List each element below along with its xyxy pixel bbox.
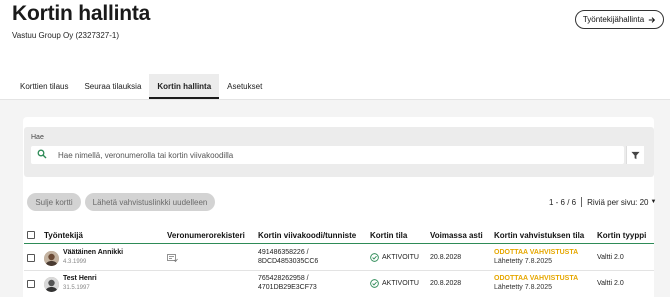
pagination-range: 1 - 6 / 6 <box>549 197 577 207</box>
verification-sent-date: Lähetetty 7.8.2025 <box>494 284 552 291</box>
arrow-right-icon <box>648 16 656 23</box>
table-row[interactable]: Väätäinen Annikki 4.3.1999 491486358226 … <box>24 245 654 271</box>
pagination-divider <box>581 197 583 207</box>
check-circle-icon <box>370 253 379 262</box>
pagination: 1 - 6 / 6 Riviä per sivu: 20 ▼ <box>549 197 656 207</box>
rows-per-page-select[interactable]: Riviä per sivu: 20 <box>587 198 648 207</box>
valid-until: 20.8.2028 <box>430 254 462 261</box>
card-tag: 4701DB29E3CF73 <box>258 284 317 291</box>
card-barcode: 491486358226 / <box>258 249 309 256</box>
company-name: Vastuu Group Oy (2327327-1) <box>12 31 120 40</box>
employee-dob: 31.5.1997 <box>63 285 90 291</box>
card-type: Valtti 2.0 <box>597 280 624 287</box>
card-tag: 8DCD4853035CC6 <box>258 258 319 265</box>
tax-register-icon <box>167 254 178 263</box>
select-all-checkbox[interactable] <box>27 231 35 239</box>
close-card-button[interactable]: Sulje kortti <box>27 193 81 211</box>
search-icon <box>37 149 47 159</box>
card-status: AKTIVOITU <box>370 253 419 262</box>
tab-track-orders[interactable]: Seuraa tilauksia <box>76 74 149 99</box>
chevron-down-icon: ▼ <box>650 199 657 205</box>
header-valid-until[interactable]: Voimassa asti <box>430 231 483 240</box>
page-title: Kortin hallinta <box>12 2 151 25</box>
search-placeholder: Hae nimellä, veronumerolla tai kortin vi… <box>58 151 234 160</box>
row-checkbox[interactable] <box>27 280 35 288</box>
table-row[interactable]: Test Henri 31.5.1997 765428262958 / 4701… <box>24 271 654 297</box>
table-header: Työntekijä Veronumerorekisteri Kortin vi… <box>24 227 654 244</box>
employee-name[interactable]: Test Henri <box>63 275 97 282</box>
header-tax-register[interactable]: Veronumerorekisteri <box>167 231 245 240</box>
employee-name[interactable]: Väätäinen Annikki <box>63 249 123 256</box>
employee-management-button[interactable]: Työntekijähallinta <box>575 10 664 29</box>
card-status-label: AKTIVOITU <box>382 254 419 261</box>
valid-until: 20.8.2028 <box>430 280 462 287</box>
employee-management-label: Työntekijähallinta <box>582 15 645 24</box>
header-barcode[interactable]: Kortin viivakoodi/tunniste <box>258 231 356 240</box>
card-status: AKTIVOITU <box>370 279 419 288</box>
check-circle-icon <box>370 279 379 288</box>
tab-bar: Korttien tilaus Seuraa tilauksia Kortin … <box>12 74 270 99</box>
filter-button[interactable] <box>626 146 644 164</box>
resend-link-button[interactable]: Lähetä vahvistuslinkki uudelleen <box>85 193 215 211</box>
verification-status: ODOTTAA VAHVISTUSTA <box>494 249 579 256</box>
header-card-status[interactable]: Kortin tila <box>370 231 407 240</box>
filter-icon <box>631 151 640 159</box>
tab-card-orders[interactable]: Korttien tilaus <box>12 74 76 99</box>
avatar <box>44 251 59 266</box>
header-card-type[interactable]: Kortin tyyppi <box>597 231 646 240</box>
card-status-label: AKTIVOITU <box>382 280 419 287</box>
tab-settings[interactable]: Asetukset <box>219 74 270 99</box>
avatar <box>44 277 59 292</box>
tab-card-management[interactable]: Kortin hallinta <box>149 74 220 99</box>
employee-dob: 4.3.1999 <box>63 259 87 265</box>
verification-status: ODOTTAA VAHVISTUSTA <box>494 275 579 282</box>
card-type: Valtti 2.0 <box>597 254 624 261</box>
row-checkbox[interactable] <box>27 254 35 262</box>
header-employee[interactable]: Työntekijä <box>44 231 83 240</box>
card-barcode: 765428262958 / <box>258 275 309 282</box>
search-label: Hae <box>31 134 44 141</box>
verification-sent-date: Lähetetty 7.8.2025 <box>494 258 552 265</box>
header-verification-status[interactable]: Kortin vahvistuksen tila <box>494 231 584 240</box>
